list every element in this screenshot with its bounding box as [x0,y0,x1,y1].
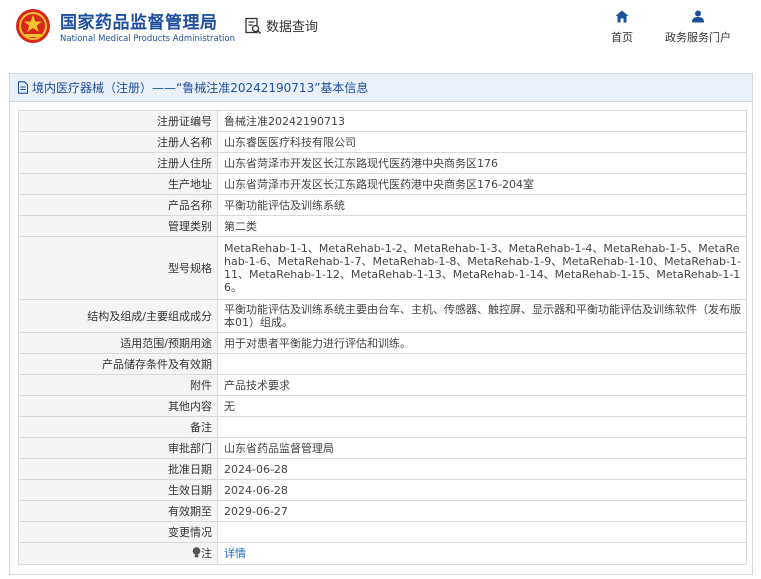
note-label-cell: 注 [18,542,218,565]
field-label: 注册证编号 [18,110,218,132]
site-title-cn: 国家药品监督管理局 [60,13,218,33]
nav-home[interactable]: 首页 [607,10,637,45]
table-row: 注册证编号 鲁械注准20242190713 [18,110,747,132]
document-search-icon [245,17,262,34]
table-row-note: 注 详情 [18,542,747,565]
nav-service-portal[interactable]: 政务服务门户 [658,10,738,45]
table-row: 适用范围/预期用途 用于对患者平衡能力进行评估和训练。 [18,332,747,354]
field-label: 注册人住所 [18,152,218,174]
field-value [217,416,747,438]
table-row: 审批部门 山东省药品监督管理局 [18,437,747,459]
field-label: 附件 [18,374,218,396]
note-label: 注 [201,547,212,560]
table-row: 产品名称 平衡功能评估及训练系统 [18,194,747,216]
table-row: 注册人名称 山东睿医医疗科技有限公司 [18,131,747,153]
field-value: 2024-06-28 [217,458,747,480]
data-query-label: 数据查询 [266,20,319,35]
field-label: 产品储存条件及有效期 [18,353,218,375]
field-value: 山东省药品监督管理局 [217,437,747,459]
site-title-en: National Medical Products Administration [60,34,235,44]
field-label: 审批部门 [18,437,218,459]
field-value: 鲁械注准20242190713 [217,110,747,132]
table-row: 有效期至 2029-06-27 [18,500,747,522]
field-label: 其他内容 [18,395,218,417]
record-panel: 境内医疗器械（注册）——“鲁械注准20242190713”基本信息 注册证编号鲁… [9,73,753,575]
field-value: 平衡功能评估及训练系统 [217,194,747,216]
field-value: 山东省菏泽市开发区长江东路现代医药港中央商务区176 [217,152,747,174]
field-label: 产品名称 [18,194,218,216]
field-label: 备注 [18,416,218,438]
info-bulb-icon [192,547,201,558]
table-row: 管理类别 第二类 [18,215,747,237]
field-value: 2029-06-27 [217,500,747,522]
field-label: 管理类别 [18,215,218,237]
field-label: 生效日期 [18,479,218,501]
table-row: 生效日期 2024-06-28 [18,479,747,501]
user-icon [692,10,704,23]
table-row: 附件 产品技术要求 [18,374,747,396]
field-label: 变更情况 [18,521,218,543]
nmpa-emblem-icon [16,9,50,43]
details-link[interactable]: 详情 [224,547,246,560]
panel-header: 境内医疗器械（注册）——“鲁械注准20242190713”基本信息 [10,74,752,102]
record-table: 注册证编号 鲁械注准20242190713 注册人名称 山东睿医医疗科技有限公司 注册人… [18,110,747,565]
table-row: 其他内容无 [18,395,747,417]
field-value: 第二类 [217,215,747,237]
field-value: 山东省菏泽市开发区长江东路现代医药港中央商务区176-204室 [217,173,747,195]
field-value: 平衡功能评估及训练系统主要由台车、主机、传感器、触控屏、显示器和平衡功能评估及训… [217,299,747,333]
note-value-cell: 详情 [217,542,747,565]
data-query-link[interactable]: 数据查询 [244,16,318,35]
field-label: 生产地址 [18,173,218,195]
field-value: MetaRehab-1-1、MetaRehab-1-2、MetaRehab-1-… [217,236,747,300]
table-row: 备注 [18,416,747,438]
table-row: 生产地址 山东省菏泽市开发区长江东路现代医药港中央商务区176-204室 [18,173,747,195]
field-value: 无 [217,395,747,417]
table-row: 注册人住所 山东省菏泽市开发区长江东路现代医药港中央商务区176 [18,152,747,174]
document-icon [17,81,29,94]
field-label: 适用范围/预期用途 [18,332,218,354]
field-value: 山东睿医医疗科技有限公司 [217,131,747,153]
table-row: 型号规格 MetaRehab-1-1、MetaRehab-1-2、MetaReha… [18,236,747,300]
table-row: 产品储存条件及有效期 [18,353,747,375]
field-label: 型号规格 [18,236,218,300]
nav-service-portal-label: 政务服务门户 [665,31,731,44]
field-label: 注册人名称 [18,131,218,153]
panel-title: 境内医疗器械（注册）——“鲁械注准20242190713”基本信息 [32,81,369,95]
field-value [217,353,747,375]
table-row: 变更情况 [18,521,747,543]
field-label: 批准日期 [18,458,218,480]
field-label: 结构及组成/主要组成成分 [18,299,218,333]
table-row: 批准日期 2024-06-28 [18,458,747,480]
table-row: 结构及组成/主要组成成分 平衡功能评估及训练系统主要由台车、主机、传感器、触控屏、… [18,299,747,333]
home-icon [615,10,629,23]
field-label: 有效期至 [18,500,218,522]
field-value: 产品技术要求 [217,374,747,396]
field-value: 用于对患者平衡能力进行评估和训练。 [217,332,747,354]
field-value: 2024-06-28 [217,479,747,501]
nav-home-label: 首页 [611,31,633,44]
field-value [217,521,747,543]
site-header: 国家药品监督管理局 National Medical Products Admi… [0,0,761,58]
